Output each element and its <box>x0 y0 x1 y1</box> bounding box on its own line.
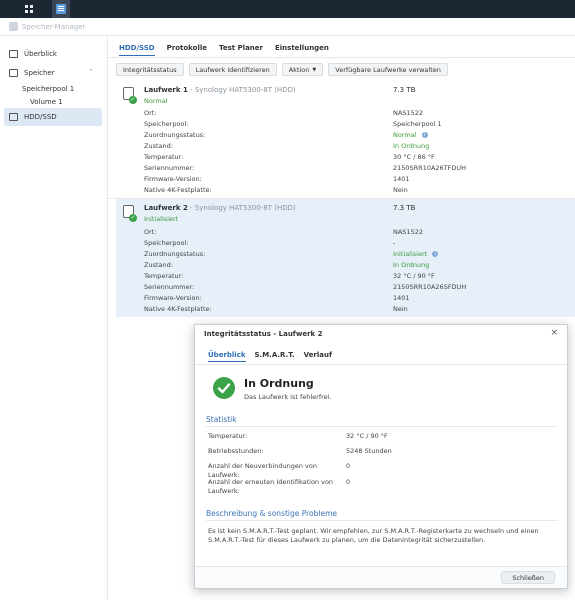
info-icon[interactable]: i <box>421 132 428 138</box>
tab-divider <box>108 57 575 58</box>
main-tabs: HDD/SSD Protokolle Test Planer Einstellu… <box>119 44 329 56</box>
check-icon: ✓ <box>129 214 137 222</box>
app-icon <box>9 22 18 31</box>
prop-row: Temperatur: 30 °C / 86 °F <box>144 153 435 161</box>
sidebar-item-label: Überblick <box>24 50 57 58</box>
prop-row: Zuordnungsstatus: Normal i <box>144 131 564 142</box>
prop-row: Speicherpool: - <box>144 239 396 247</box>
tab-history[interactable]: Verlauf <box>304 351 332 362</box>
sidebar-item-storage[interactable]: Speicher ⌃ <box>4 64 102 82</box>
drive-card-selected[interactable]: ✓ Laufwerk 2 - Synology HAT5300-8T (HDD)… <box>116 199 575 317</box>
storage-icon <box>9 69 18 77</box>
drive-size: 7.3 TB <box>393 204 416 212</box>
sidebar: Überblick Speicher ⌃ Speicherpool 1 Volu… <box>0 36 108 600</box>
section-divider <box>206 520 558 521</box>
chevron-down-icon: ▼ <box>312 66 317 73</box>
prop-row: Temperatur: 32 °C / 90 °F <box>144 272 435 280</box>
tab-settings[interactable]: Einstellungen <box>275 44 329 56</box>
main-menu-button[interactable] <box>20 0 38 18</box>
drive-state: Normal <box>144 97 168 105</box>
prop-row: Native 4K-Festplatte: Nein <box>144 305 408 313</box>
prop-row: Firmware-Version: 1401 <box>144 175 410 183</box>
drive-card[interactable]: ✓ Laufwerk 1 - Synology HAT5300-8T (HDD)… <box>116 81 575 197</box>
description-text: Es ist kein S.M.A.R.T.-Test geplant. Wir… <box>208 527 539 544</box>
storage-manager-taskbar-button[interactable] <box>52 0 70 18</box>
sidebar-item-volume[interactable]: Volume 1 <box>30 98 63 106</box>
health-status-title: In Ordnung <box>244 377 314 390</box>
prop-row: Zustand: In Ordnung <box>144 261 430 269</box>
storage-manager-icon <box>56 4 66 14</box>
prop-row: Firmware-Version: 1401 <box>144 294 410 302</box>
dialog-tabs: Überblick S.M.A.R.T. Verlauf <box>208 351 332 362</box>
grid-icon <box>25 5 33 13</box>
tab-hdd-ssd[interactable]: HDD/SSD <box>119 44 155 56</box>
action-label: Aktion <box>288 65 310 74</box>
drive-state: Initialisiert <box>144 215 179 223</box>
prop-row: Speicherpool: Speicherpool 1 <box>144 120 442 128</box>
window-titlebar: Speicher-Manager <box>0 18 575 36</box>
dialog-title: Integritätsstatus - Laufwerk 2 <box>204 330 323 338</box>
section-divider <box>206 426 558 427</box>
window-title: Speicher-Manager <box>22 23 86 31</box>
check-circle-icon <box>213 377 235 399</box>
statistics-heading: Statistik <box>206 415 237 424</box>
chevron-up-icon[interactable]: ⌃ <box>88 68 94 76</box>
health-status-subtitle: Das Laufwerk ist fehlerfrei. <box>244 393 332 401</box>
taskbar <box>0 0 575 18</box>
tab-divider <box>195 364 567 365</box>
hdd-icon <box>9 113 18 121</box>
check-icon: ✓ <box>129 96 137 104</box>
drive-name: Laufwerk 1 - Synology HAT5300-8T (HDD) <box>144 86 296 94</box>
tab-test-scheduler[interactable]: Test Planer <box>219 44 263 56</box>
overview-icon <box>9 50 18 58</box>
dialog-footer: Schließen <box>195 566 567 588</box>
toolbar: Integritätsstatus Laufwerk identifiziere… <box>116 63 448 76</box>
sidebar-item-label: Speicher <box>24 69 55 77</box>
integrity-status-dialog: Integritätsstatus - Laufwerk 2 × Überbli… <box>194 324 568 589</box>
tab-smart[interactable]: S.M.A.R.T. <box>255 351 295 362</box>
prop-row: Seriennummer: 2150SRR10A26TFDUH <box>144 164 467 172</box>
tab-overview[interactable]: Überblick <box>208 351 246 362</box>
close-icon[interactable]: × <box>550 328 558 338</box>
sidebar-item-hdd-ssd[interactable]: HDD/SSD <box>4 108 102 126</box>
prop-row: Ort: NAS1522 <box>144 228 423 236</box>
info-icon[interactable]: i <box>432 251 439 257</box>
integrity-status-button[interactable]: Integritätsstatus <box>116 63 184 76</box>
prop-row: Ort: NAS1522 <box>144 109 423 117</box>
sidebar-item-overview[interactable]: Überblick <box>4 45 102 63</box>
identify-drive-button[interactable]: Laufwerk identifizieren <box>188 63 277 76</box>
sidebar-item-storage-pool[interactable]: Speicherpool 1 <box>22 85 74 93</box>
prop-row: Zustand: In Ordnung <box>144 142 430 150</box>
prop-row: Zuordnungsstatus: Initialisiert i <box>144 250 564 261</box>
action-dropdown-button[interactable]: Aktion ▼ <box>281 63 324 76</box>
sidebar-item-label: HDD/SSD <box>24 113 57 121</box>
close-button[interactable]: Schließen <box>501 571 555 584</box>
tab-logs[interactable]: Protokolle <box>167 44 207 56</box>
description-heading: Beschreibung & sonstige Probleme <box>206 509 338 518</box>
manage-drives-button[interactable]: Verfügbare Laufwerke verwalten <box>328 63 448 76</box>
drive-name: Laufwerk 2 - Synology HAT5300-8T (HDD) <box>144 204 296 212</box>
drive-size: 7.3 TB <box>393 86 416 94</box>
prop-row: Seriennummer: 2150SRR10A26SFDUH <box>144 283 467 291</box>
prop-row: Native 4K-Festplatte: Nein <box>144 186 408 194</box>
